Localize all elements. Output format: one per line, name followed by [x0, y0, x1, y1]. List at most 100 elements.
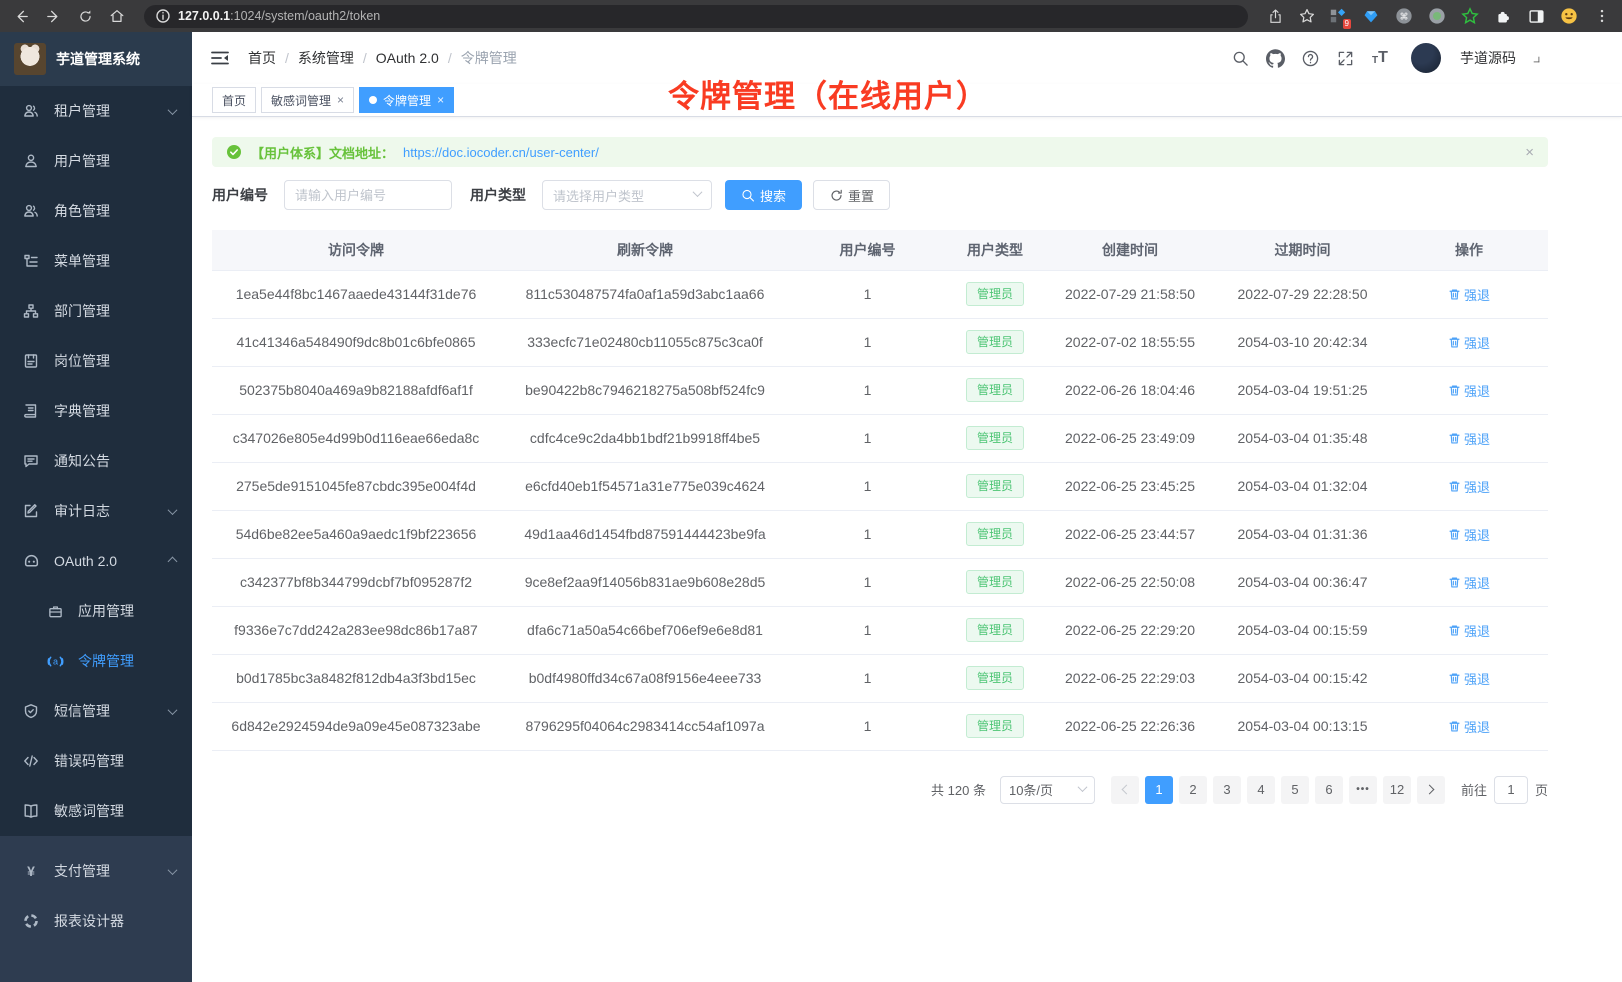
- sidebar-item-label: 用户管理: [54, 151, 176, 171]
- force-logout-button[interactable]: 强退: [1448, 717, 1490, 736]
- info-icon[interactable]: [156, 9, 170, 23]
- star-extension-icon[interactable]: [1460, 6, 1480, 26]
- tab-敏感词管理[interactable]: 敏感词管理×: [261, 87, 354, 113]
- user-type-cell: 管理员: [945, 510, 1045, 558]
- record-extension-icon[interactable]: [1427, 6, 1447, 26]
- grid-extension-icon[interactable]: 9: [1328, 6, 1348, 26]
- sidebar-item-errcode[interactable]: 错误码管理: [0, 736, 192, 786]
- page-button[interactable]: 1: [1145, 776, 1173, 804]
- sidebar-item-dept[interactable]: 部门管理: [0, 286, 192, 336]
- sidebar-item-label: 错误码管理: [54, 751, 176, 771]
- emoji-extension-icon[interactable]: [1559, 6, 1579, 26]
- address-bar[interactable]: 127.0.0.1:1024/system/oauth2/token: [144, 5, 1248, 28]
- page-button[interactable]: 3: [1213, 776, 1241, 804]
- menu-dots-icon[interactable]: [1592, 6, 1612, 26]
- help-icon[interactable]: [1300, 48, 1320, 68]
- sidebar-item-user[interactable]: 用户管理: [0, 136, 192, 186]
- sidebar-item-label: 敏感词管理: [54, 801, 176, 821]
- sidebar-item-app[interactable]: 应用管理: [0, 586, 192, 636]
- alert-text: 【用户体系】文档地址：: [251, 143, 394, 162]
- breadcrumb-item[interactable]: 首页: [248, 48, 276, 68]
- force-logout-button[interactable]: 强退: [1448, 573, 1490, 592]
- forward-icon[interactable]: [42, 5, 64, 27]
- role-icon: [22, 202, 40, 220]
- sidebar-item-menu[interactable]: 菜单管理: [0, 236, 192, 286]
- sidebar-item-sensitive[interactable]: 敏感词管理: [0, 786, 192, 836]
- cmd-extension-icon[interactable]: ⌘: [1394, 6, 1414, 26]
- sidebar-item-post[interactable]: 岗位管理: [0, 336, 192, 386]
- breadcrumb-item[interactable]: 系统管理: [298, 48, 354, 68]
- share-icon[interactable]: [1264, 5, 1286, 27]
- user-id-cell: 1: [790, 606, 945, 654]
- close-icon[interactable]: ×: [437, 93, 444, 107]
- sms-icon: [22, 702, 40, 720]
- doc-link[interactable]: https://doc.iocoder.cn/user-center/: [403, 145, 599, 160]
- page-button[interactable]: 2: [1179, 776, 1207, 804]
- avatar[interactable]: [1411, 43, 1441, 73]
- page-button[interactable]: 5: [1281, 776, 1309, 804]
- user-type-cell: 管理员: [945, 558, 1045, 606]
- user-type-select[interactable]: 请选择用户类型: [542, 180, 712, 210]
- force-logout-button[interactable]: 强退: [1448, 285, 1490, 304]
- force-logout-button[interactable]: 强退: [1448, 333, 1490, 352]
- expire-time-cell: 2022-07-29 22:28:50: [1215, 270, 1390, 318]
- close-icon[interactable]: ×: [337, 93, 344, 107]
- chevron-down-icon[interactable]: [1534, 57, 1540, 63]
- user-type-badge: 管理员: [966, 378, 1024, 402]
- back-icon[interactable]: [10, 5, 32, 27]
- user-type-cell: 管理员: [945, 318, 1045, 366]
- fullscreen-icon[interactable]: [1335, 48, 1355, 68]
- fontsize-icon[interactable]: TT: [1370, 48, 1390, 68]
- more-pages-button[interactable]: •••: [1349, 776, 1377, 804]
- puzzle-extension-icon[interactable]: [1493, 6, 1513, 26]
- sidebar-item-token[interactable]: a令牌管理: [0, 636, 192, 686]
- sidebar-item-role[interactable]: 角色管理: [0, 186, 192, 236]
- star-icon[interactable]: [1296, 5, 1318, 27]
- page-button[interactable]: 4: [1247, 776, 1275, 804]
- tab-令牌管理[interactable]: 令牌管理×: [359, 87, 454, 113]
- sidebar-item-dict[interactable]: 字典管理: [0, 386, 192, 436]
- sidebar-fold-icon[interactable]: [210, 47, 232, 69]
- page-size-select[interactable]: 10条/页: [1000, 776, 1095, 804]
- browser-toolbar: 127.0.0.1:1024/system/oauth2/token 9 ⌘: [0, 0, 1622, 32]
- breadcrumb-item[interactable]: OAuth 2.0: [376, 50, 439, 66]
- prev-page-button[interactable]: [1111, 776, 1139, 804]
- force-logout-button[interactable]: 强退: [1448, 381, 1490, 400]
- expire-time-cell: 2054-03-04 01:35:48: [1215, 414, 1390, 462]
- reload-icon[interactable]: [74, 5, 96, 27]
- next-page-button[interactable]: [1417, 776, 1445, 804]
- force-logout-button[interactable]: 强退: [1448, 429, 1490, 448]
- panel-extension-icon[interactable]: [1526, 6, 1546, 26]
- force-logout-button[interactable]: 强退: [1448, 621, 1490, 640]
- reset-button[interactable]: 重置: [813, 180, 890, 210]
- search-icon: [741, 188, 755, 202]
- action-label: 强退: [1464, 285, 1490, 304]
- sidebar-item-audit[interactable]: 审计日志: [0, 486, 192, 536]
- github-icon[interactable]: [1265, 48, 1285, 68]
- main-area: 令牌管理（在线用户） 首页/系统管理/OAuth 2.0/令牌管理 TT 芋道源…: [192, 32, 1622, 982]
- force-logout-button[interactable]: 强退: [1448, 669, 1490, 688]
- action-cell: 强退: [1390, 462, 1548, 510]
- page-button[interactable]: 12: [1383, 776, 1411, 804]
- sidebar-item-oauth[interactable]: OAuth 2.0: [0, 536, 192, 586]
- sidebar-item-notice[interactable]: 通知公告: [0, 436, 192, 486]
- force-logout-button[interactable]: 强退: [1448, 477, 1490, 496]
- gem-extension-icon[interactable]: [1361, 6, 1381, 26]
- home-icon[interactable]: [106, 5, 128, 27]
- search-icon[interactable]: [1230, 48, 1250, 68]
- page-button[interactable]: 6: [1315, 776, 1343, 804]
- goto-page-input[interactable]: [1494, 776, 1528, 804]
- force-logout-button[interactable]: 强退: [1448, 525, 1490, 544]
- search-button[interactable]: 搜索: [725, 180, 802, 210]
- sidebar-item-report[interactable]: 报表设计器: [0, 896, 192, 946]
- sidebar-item-tenant[interactable]: 租户管理: [0, 86, 192, 136]
- trash-icon: [1448, 336, 1461, 349]
- username[interactable]: 芋道源码: [1460, 48, 1516, 68]
- close-icon[interactable]: ×: [1525, 144, 1534, 161]
- sidebar-item-pay[interactable]: ¥支付管理: [0, 846, 192, 896]
- sidebar-item-sms[interactable]: 短信管理: [0, 686, 192, 736]
- chevron-up-icon: [168, 556, 178, 566]
- user-id-cell: 1: [790, 318, 945, 366]
- user-id-input[interactable]: [284, 180, 452, 210]
- tab-首页[interactable]: 首页: [212, 87, 256, 113]
